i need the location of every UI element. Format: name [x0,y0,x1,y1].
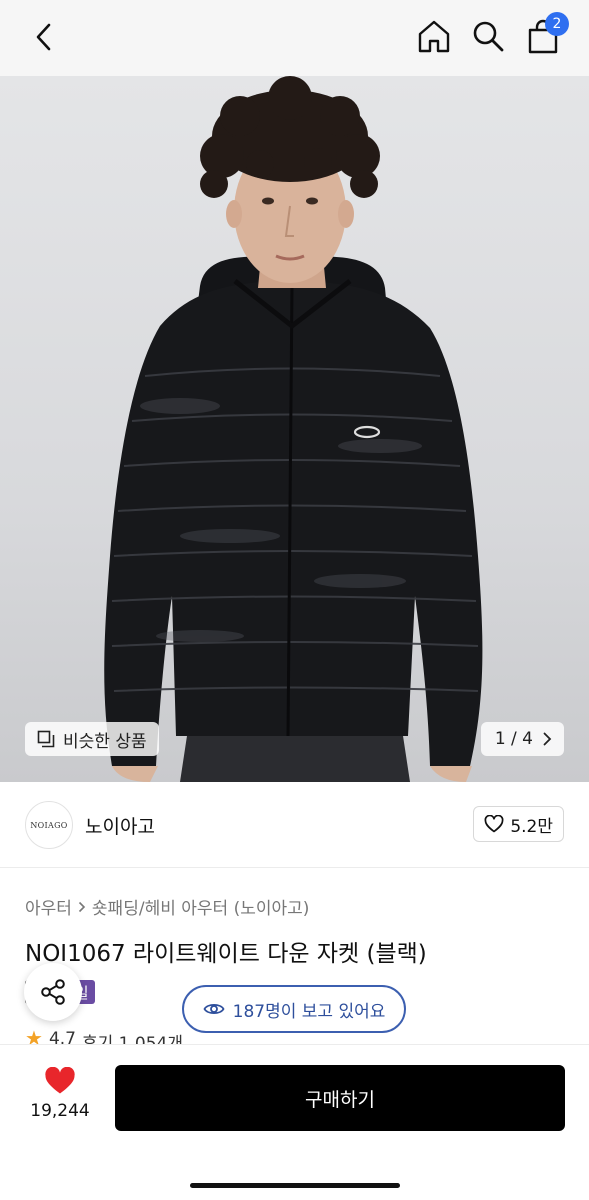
heart-outline-icon [484,815,504,833]
cart-count-badge: 2 [545,12,569,36]
chevron-right-icon [78,901,86,912]
chevron-right-icon [543,732,552,746]
breadcrumb-item[interactable]: 아우터 [25,894,72,919]
product-image-gallery[interactable]: 비슷한 상품 1 / 4 [0,76,589,782]
gallery-page-indicator[interactable]: 1 / 4 [480,722,564,756]
cart-button[interactable]: 2 [525,12,569,56]
breadcrumb: 아우터 숏패딩/헤비 아우터 (노이아고) [25,894,309,919]
home-icon [418,20,450,53]
heart-filled-icon [45,1067,75,1094]
chevron-left-icon [36,23,51,51]
similar-items-icon [37,730,55,748]
page-indicator-label: 1 / 4 [494,729,533,749]
top-nav-bar: 2 [0,0,589,76]
product-photo [104,76,483,782]
wishlist-button[interactable]: 19,244 [25,1067,95,1127]
search-icon [473,21,504,52]
breadcrumb-item[interactable]: 숏패딩/헤비 아우터 (노이아고) [92,894,309,919]
similar-products-label: 비슷한 상품 [63,731,147,752]
store-logo[interactable]: NOIAGO [25,801,73,849]
product-title: NOI1067 라이트웨이트 다운 자켓 (블랙) [25,941,427,967]
home-button[interactable] [416,18,452,54]
back-button[interactable] [26,18,60,56]
buy-button[interactable]: 구매하기 [115,1065,565,1131]
similar-products-button[interactable]: 비슷한 상품 [25,722,159,756]
store-like-count: 5.2만 [510,816,553,837]
home-indicator [190,1183,400,1188]
wishlist-count: 19,244 [30,1101,90,1121]
eye-icon [203,1003,225,1015]
search-button[interactable] [470,18,506,54]
store-logo-text: NOIAGO [30,820,68,830]
live-viewers-badge: 187명이 보고 있어요 [182,985,406,1033]
share-icon [41,979,65,1005]
live-viewers-text: 187명이 보고 있어요 [232,1001,386,1022]
store-like-button[interactable]: 5.2만 [473,806,564,842]
purchase-bar: 19,244 구매하기 [0,1044,589,1200]
store-name[interactable]: 노이아고 [85,812,155,839]
store-row: NOIAGO 노이아고 5.2만 [0,782,589,868]
share-button[interactable] [24,963,82,1021]
